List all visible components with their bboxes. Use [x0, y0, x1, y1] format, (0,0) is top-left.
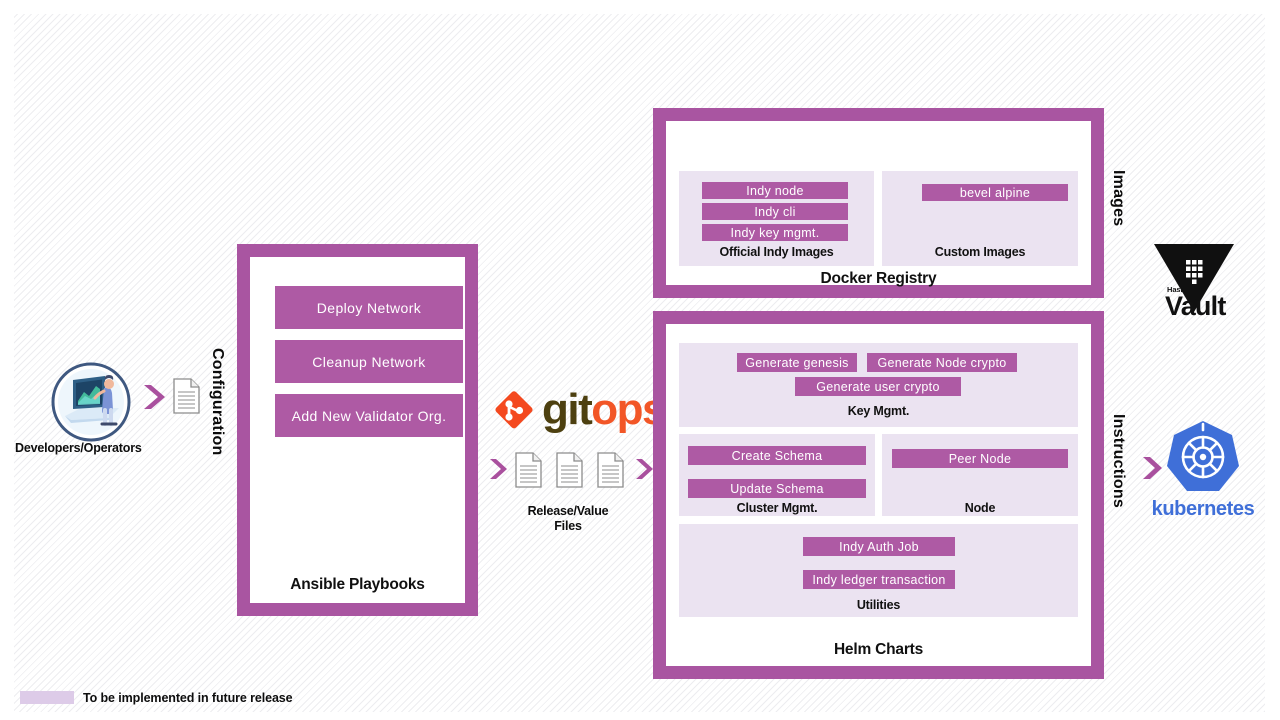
kubernetes-brand-name: kubernetes: [1151, 498, 1255, 520]
key-mgmt-group: Generate genesis Generate Node crypto Ge…: [679, 343, 1078, 427]
ansible-playbooks-title: Ansible Playbooks: [290, 576, 425, 593]
chart-create-schema[interactable]: Create Schema: [688, 446, 866, 465]
image-label: Indy node: [746, 183, 804, 198]
diagram-canvas: Developers/Operators Configuration Deplo…: [0, 0, 1280, 720]
gitops-word-git: git: [542, 385, 593, 434]
configuration-flow-label: Configuration: [209, 348, 226, 456]
chart-label: Create Schema: [731, 448, 823, 463]
document-icon: [556, 452, 583, 488]
custom-images-group: bevel alpine Custom Images: [882, 171, 1078, 266]
chart-update-schema[interactable]: Update Schema: [688, 479, 866, 498]
chart-label: Indy Auth Job: [839, 539, 919, 554]
chart-peer-node[interactable]: Peer Node: [892, 449, 1068, 468]
key-mgmt-title: Key Mgmt.: [847, 404, 910, 418]
gitops-wordmark: gitops: [542, 385, 666, 434]
chart-generate-node-crypto[interactable]: Generate Node crypto: [867, 353, 1017, 372]
legend-color-swatch: [20, 691, 74, 704]
gitops-logo-icon: [492, 388, 536, 432]
docker-registry-panel: Indy node Indy cli Indy key mgmt. Offici…: [653, 108, 1104, 298]
chevron-right-icon: [634, 457, 654, 481]
chart-indy-auth-job[interactable]: Indy Auth Job: [803, 537, 955, 556]
document-icon: [515, 452, 542, 488]
ansible-item-cleanup-network[interactable]: Cleanup Network: [275, 340, 463, 383]
ansible-playbooks-panel: Deploy Network Cleanup Network Add New V…: [237, 244, 478, 616]
cluster-mgmt-title: Cluster Mgmt.: [736, 501, 818, 515]
ansible-item-label: Deploy Network: [316, 299, 422, 316]
image-indy-key-mgmt[interactable]: Indy key mgmt.: [702, 224, 848, 241]
utilities-group: Indy Auth Job Indy ledger transaction Ut…: [679, 524, 1078, 617]
vault-brand-name: Vault: [1165, 291, 1226, 321]
chart-label: Generate Node crypto: [877, 355, 1007, 370]
ansible-item-label: Add New Validator Org.: [291, 407, 447, 424]
chart-label: Generate user crypto: [816, 379, 940, 394]
official-indy-images-title: Official Indy Images: [719, 245, 834, 259]
chevron-right-icon: [488, 457, 508, 481]
custom-images-title: Custom Images: [934, 245, 1026, 259]
chart-label: Generate genesis: [745, 355, 849, 370]
helm-charts-panel: Generate genesis Generate Node crypto Ge…: [653, 311, 1104, 679]
chart-label: Update Schema: [730, 481, 824, 496]
ansible-item-label: Cleanup Network: [312, 353, 426, 370]
image-label: Indy cli: [754, 204, 796, 219]
image-indy-node[interactable]: Indy node: [702, 182, 848, 199]
document-icon: [597, 452, 624, 488]
release-value-files-caption: Release/Value Files: [497, 504, 639, 534]
ansible-item-add-new-validator-org[interactable]: Add New Validator Org.: [275, 394, 463, 437]
kubernetes-helm-wheel-logo-icon: [1163, 418, 1243, 498]
official-indy-images-group: Indy node Indy cli Indy key mgmt. Offici…: [679, 171, 874, 266]
image-bevel-alpine[interactable]: bevel alpine: [922, 184, 1068, 201]
caption-line-2: Files: [554, 518, 582, 533]
image-indy-cli[interactable]: Indy cli: [702, 203, 848, 220]
image-label: Indy key mgmt.: [730, 225, 820, 240]
cluster-mgmt-group: Create Schema Update Schema Cluster Mgmt…: [679, 434, 875, 516]
images-flow-label: Images: [1110, 170, 1127, 227]
node-group: Peer Node Node: [882, 434, 1078, 516]
developer-at-laptop-icon: [51, 362, 131, 442]
gitops-logo: gitops: [492, 385, 666, 434]
helm-charts-title: Helm Charts: [833, 641, 924, 658]
caption-line-1: Release/Value: [527, 504, 609, 518]
chart-generate-user-crypto[interactable]: Generate user crypto: [795, 377, 961, 396]
document-icon: [173, 378, 200, 414]
image-label: bevel alpine: [959, 185, 1031, 200]
node-title: Node: [964, 501, 996, 515]
instructions-flow-label: Instructions: [1110, 414, 1127, 508]
legend-label: To be implemented in future release: [83, 691, 293, 705]
chevron-right-icon: [1141, 455, 1163, 481]
chart-label: Peer Node: [948, 451, 1012, 466]
docker-registry-title: Docker Registry: [820, 270, 937, 287]
chart-label: Indy ledger transaction: [812, 572, 946, 587]
ansible-item-deploy-network[interactable]: Deploy Network: [275, 286, 463, 329]
chevron-right-icon: [142, 383, 166, 411]
chart-indy-ledger-transaction[interactable]: Indy ledger transaction: [803, 570, 955, 589]
developers-operators-caption: Developers/Operators: [15, 441, 142, 455]
chart-generate-genesis[interactable]: Generate genesis: [737, 353, 857, 372]
utilities-title: Utilities: [856, 598, 901, 612]
